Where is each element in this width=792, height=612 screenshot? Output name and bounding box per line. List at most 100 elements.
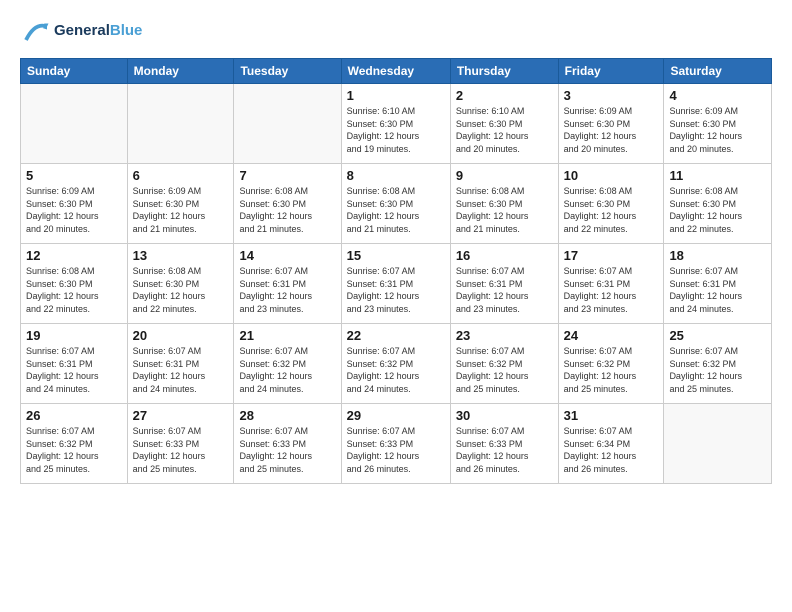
cell-info: Sunrise: 6:08 AM Sunset: 6:30 PM Dayligh… [133,265,229,315]
logo-text: GeneralBlue [54,22,142,40]
cell-day-number: 15 [347,248,445,263]
cell-day-number: 12 [26,248,122,263]
calendar-cell: 11 Sunrise: 6:08 AM Sunset: 6:30 PM Dayli… [664,164,772,244]
calendar-cell: 13 Sunrise: 6:08 AM Sunset: 6:30 PM Dayli… [127,244,234,324]
weekday-header: Tuesday [234,59,341,84]
cell-day-number: 24 [564,328,659,343]
cell-info: Sunrise: 6:07 AM Sunset: 6:33 PM Dayligh… [133,425,229,475]
cell-info: Sunrise: 6:07 AM Sunset: 6:32 PM Dayligh… [239,345,335,395]
cell-day-number: 4 [669,88,766,103]
cell-info: Sunrise: 6:07 AM Sunset: 6:33 PM Dayligh… [456,425,553,475]
page-header: GeneralBlue [20,16,772,46]
cell-info: Sunrise: 6:07 AM Sunset: 6:34 PM Dayligh… [564,425,659,475]
calendar-cell [664,404,772,484]
cell-info: Sunrise: 6:07 AM Sunset: 6:32 PM Dayligh… [456,345,553,395]
calendar-cell: 27 Sunrise: 6:07 AM Sunset: 6:33 PM Dayli… [127,404,234,484]
cell-day-number: 17 [564,248,659,263]
weekday-header: Wednesday [341,59,450,84]
cell-info: Sunrise: 6:07 AM Sunset: 6:31 PM Dayligh… [564,265,659,315]
cell-day-number: 26 [26,408,122,423]
cell-info: Sunrise: 6:08 AM Sunset: 6:30 PM Dayligh… [239,185,335,235]
calendar-cell: 7 Sunrise: 6:08 AM Sunset: 6:30 PM Daylig… [234,164,341,244]
calendar-cell: 6 Sunrise: 6:09 AM Sunset: 6:30 PM Daylig… [127,164,234,244]
cell-day-number: 11 [669,168,766,183]
calendar-cell: 14 Sunrise: 6:07 AM Sunset: 6:31 PM Dayli… [234,244,341,324]
cell-info: Sunrise: 6:07 AM Sunset: 6:32 PM Dayligh… [26,425,122,475]
calendar-table: SundayMondayTuesdayWednesdayThursdayFrid… [20,58,772,484]
cell-info: Sunrise: 6:07 AM Sunset: 6:32 PM Dayligh… [564,345,659,395]
calendar-cell: 10Sunrise: 6:08 AM Sunset: 6:30 PM Dayli… [558,164,664,244]
cell-info: Sunrise: 6:07 AM Sunset: 6:31 PM Dayligh… [133,345,229,395]
calendar-week-row: 26 Sunrise: 6:07 AM Sunset: 6:32 PM Dayli… [21,404,772,484]
calendar-cell: 15Sunrise: 6:07 AM Sunset: 6:31 PM Dayli… [341,244,450,324]
cell-day-number: 25 [669,328,766,343]
cell-info: Sunrise: 6:07 AM Sunset: 6:31 PM Dayligh… [669,265,766,315]
cell-info: Sunrise: 6:08 AM Sunset: 6:30 PM Dayligh… [26,265,122,315]
cell-day-number: 28 [239,408,335,423]
cell-day-number: 13 [133,248,229,263]
cell-day-number: 2 [456,88,553,103]
calendar-week-row: 5 Sunrise: 6:09 AM Sunset: 6:30 PM Daylig… [21,164,772,244]
cell-info: Sunrise: 6:09 AM Sunset: 6:30 PM Dayligh… [133,185,229,235]
calendar-cell: 9Sunrise: 6:08 AM Sunset: 6:30 PM Daylig… [450,164,558,244]
calendar-cell: 24 Sunrise: 6:07 AM Sunset: 6:32 PM Dayli… [558,324,664,404]
calendar-cell: 23 Sunrise: 6:07 AM Sunset: 6:32 PM Dayli… [450,324,558,404]
calendar-cell: 20Sunrise: 6:07 AM Sunset: 6:31 PM Dayli… [127,324,234,404]
cell-info: Sunrise: 6:08 AM Sunset: 6:30 PM Dayligh… [347,185,445,235]
cell-day-number: 21 [239,328,335,343]
cell-info: Sunrise: 6:09 AM Sunset: 6:30 PM Dayligh… [564,105,659,155]
cell-info: Sunrise: 6:07 AM Sunset: 6:31 PM Dayligh… [239,265,335,315]
calendar-cell [127,84,234,164]
cell-day-number: 8 [347,168,445,183]
calendar-header-row: SundayMondayTuesdayWednesdayThursdayFrid… [21,59,772,84]
calendar-cell: 19Sunrise: 6:07 AM Sunset: 6:31 PM Dayli… [21,324,128,404]
cell-day-number: 7 [239,168,335,183]
logo: GeneralBlue [20,16,142,46]
calendar-cell: 2 Sunrise: 6:10 AM Sunset: 6:30 PM Daylig… [450,84,558,164]
cell-day-number: 27 [133,408,229,423]
cell-day-number: 23 [456,328,553,343]
calendar-cell: 8 Sunrise: 6:08 AM Sunset: 6:30 PM Daylig… [341,164,450,244]
calendar-cell: 26 Sunrise: 6:07 AM Sunset: 6:32 PM Dayli… [21,404,128,484]
cell-info: Sunrise: 6:10 AM Sunset: 6:30 PM Dayligh… [456,105,553,155]
calendar-cell [234,84,341,164]
cell-day-number: 14 [239,248,335,263]
cell-day-number: 5 [26,168,122,183]
weekday-header: Thursday [450,59,558,84]
cell-info: Sunrise: 6:09 AM Sunset: 6:30 PM Dayligh… [669,105,766,155]
weekday-header: Sunday [21,59,128,84]
cell-info: Sunrise: 6:08 AM Sunset: 6:30 PM Dayligh… [456,185,553,235]
cell-info: Sunrise: 6:07 AM Sunset: 6:33 PM Dayligh… [239,425,335,475]
cell-info: Sunrise: 6:07 AM Sunset: 6:31 PM Dayligh… [456,265,553,315]
calendar-cell: 22 Sunrise: 6:07 AM Sunset: 6:32 PM Dayli… [341,324,450,404]
cell-day-number: 19 [26,328,122,343]
calendar-cell: 12 Sunrise: 6:08 AM Sunset: 6:30 PM Dayli… [21,244,128,324]
calendar-week-row: 12 Sunrise: 6:08 AM Sunset: 6:30 PM Dayli… [21,244,772,324]
weekday-header: Friday [558,59,664,84]
logo-icon [20,16,50,46]
calendar-cell: 30Sunrise: 6:07 AM Sunset: 6:33 PM Dayli… [450,404,558,484]
cell-info: Sunrise: 6:08 AM Sunset: 6:30 PM Dayligh… [564,185,659,235]
cell-day-number: 16 [456,248,553,263]
calendar-cell: 31 Sunrise: 6:07 AM Sunset: 6:34 PM Dayli… [558,404,664,484]
calendar-cell: 29Sunrise: 6:07 AM Sunset: 6:33 PM Dayli… [341,404,450,484]
calendar-week-row: 19 Sunrise: 6:07 AM Sunset: 6:31 PM Dayli… [21,324,772,404]
cell-day-number: 6 [133,168,229,183]
cell-info: Sunrise: 6:07 AM Sunset: 6:33 PM Dayligh… [347,425,445,475]
calendar-cell: 4 Sunrise: 6:09 AM Sunset: 6:30 PM Daylig… [664,84,772,164]
cell-info: Sunrise: 6:08 AM Sunset: 6:30 PM Dayligh… [669,185,766,235]
calendar-cell: 17 Sunrise: 6:07 AM Sunset: 6:31 PM Dayli… [558,244,664,324]
cell-day-number: 18 [669,248,766,263]
calendar-cell: 3Sunrise: 6:09 AM Sunset: 6:30 PM Daylig… [558,84,664,164]
calendar-cell: 16 Sunrise: 6:07 AM Sunset: 6:31 PM Dayli… [450,244,558,324]
cell-day-number: 22 [347,328,445,343]
calendar-cell: 18 Sunrise: 6:07 AM Sunset: 6:31 PM Dayli… [664,244,772,324]
calendar-cell: 21 Sunrise: 6:07 AM Sunset: 6:32 PM Dayli… [234,324,341,404]
cell-day-number: 31 [564,408,659,423]
weekday-header: Saturday [664,59,772,84]
calendar-page: GeneralBlue SundayMondayTuesdayWednesday… [0,0,792,612]
calendar-cell: 5 Sunrise: 6:09 AM Sunset: 6:30 PM Daylig… [21,164,128,244]
cell-info: Sunrise: 6:09 AM Sunset: 6:30 PM Dayligh… [26,185,122,235]
cell-info: Sunrise: 6:07 AM Sunset: 6:32 PM Dayligh… [669,345,766,395]
cell-info: Sunrise: 6:07 AM Sunset: 6:32 PM Dayligh… [347,345,445,395]
